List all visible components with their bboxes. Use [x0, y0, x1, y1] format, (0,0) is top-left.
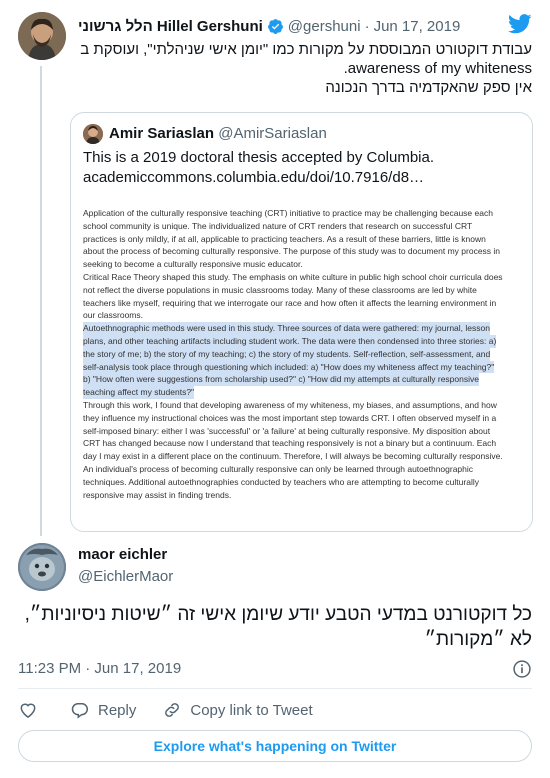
document-line: An individual's process of becoming cult…: [83, 463, 523, 476]
quoted-author-handle[interactable]: @AmirSariaslan: [218, 125, 327, 142]
quoted-tweet-card[interactable]: Amir Sariaslan @AmirSariaslan This is a …: [70, 112, 533, 532]
document-line: Through this work, I found that developi…: [83, 399, 523, 412]
highlighted-text: teaching affect my students?": [83, 386, 195, 399]
document-text: practices is only mildly, if at all, app…: [83, 233, 486, 244]
document-line: teachers like myself, requiring that we …: [83, 297, 523, 310]
reply-button[interactable]: Reply: [70, 700, 136, 720]
thread-connector-line: [40, 66, 42, 536]
highlighted-text: Autoethnographic methods were used in th…: [83, 322, 490, 335]
reply-tweet-text: כל דוקטורנט במדעי הטבע יודע שיומן אישי ז…: [12, 602, 532, 652]
parent-text-line: awareness of my whiteness.: [343, 60, 532, 77]
document-text: Through this work, I found that developi…: [83, 399, 497, 410]
document-line: the story of me; b) the story of my teac…: [83, 347, 523, 361]
header-separator: ·: [364, 17, 370, 35]
document-text: seeking to become a culturally responsiv…: [83, 259, 303, 270]
highlighted-text: the story of me; b) the story of my teac…: [83, 347, 491, 361]
document-line: about the process of becoming culturally…: [83, 245, 523, 258]
tweet-date[interactable]: Jun 17, 2019: [374, 18, 461, 35]
document-line: not reflect the diverse populations in m…: [83, 284, 523, 297]
document-line: day I may exist in a different place on …: [83, 450, 523, 463]
document-text: they influence my instructional choices …: [83, 412, 497, 423]
document-line: self-analysis took place through questio…: [83, 360, 523, 374]
document-text: self-imposed binary: either I was 'succe…: [83, 425, 491, 436]
quoted-text-line: This is a 2019 doctoral thesis accepted …: [83, 149, 435, 166]
document-text: not reflect the diverse populations in m…: [83, 284, 477, 295]
document-line: responsive may assist in finding trends.: [83, 489, 523, 502]
document-line: CRT has changed because now I understand…: [83, 437, 523, 450]
document-text: our classrooms.: [83, 310, 143, 321]
heart-icon: [20, 703, 36, 718]
document-line: Autoethnographic methods were used in th…: [83, 322, 523, 335]
parent-text-line: עבודת דוקטורט המבוססת על מקורות כמו "יומ…: [80, 41, 532, 58]
tweet-actions-bar: Reply Copy link to Tweet: [18, 698, 313, 722]
info-icon[interactable]: [512, 659, 532, 679]
copy-link-label: Copy link to Tweet: [190, 701, 313, 719]
highlighted-text: self-analysis took place through questio…: [83, 360, 495, 374]
document-line: Critical Race Theory shaped this study. …: [83, 271, 523, 284]
author-handle[interactable]: @gershuni: [288, 18, 361, 35]
reply-author-name[interactable]: maor eichler: [78, 546, 167, 563]
document-line: they influence my instructional choices …: [83, 412, 523, 425]
document-line: self-imposed binary: either I was 'succe…: [83, 425, 523, 438]
parent-tweet-header: הלל גרשוני Hillel Gershuni @gershuni · J…: [78, 16, 460, 36]
speech-bubble-icon: [71, 703, 88, 719]
document-text: day I may exist in a different place on …: [83, 451, 503, 462]
reply-text-line: לא ״מקורות״: [424, 629, 532, 650]
verified-badge-icon: [267, 18, 283, 34]
document-text: Critical Race Theory shaped this study. …: [83, 271, 503, 282]
document-text: responsive may assist in finding trends.: [83, 489, 232, 500]
copy-link-button[interactable]: Copy link to Tweet: [162, 700, 313, 720]
document-text: teachers like myself, requiring that we …: [83, 297, 497, 308]
parent-text-line: אין ספק שהאקדמיה בדרך הנכונה: [325, 79, 532, 96]
quoted-document-image[interactable]: Application of the culturally responsive…: [72, 195, 531, 529]
like-button[interactable]: [18, 700, 38, 720]
document-line: practices is only mildly, if at all, app…: [83, 233, 523, 246]
reply-button-label: Reply: [98, 701, 137, 719]
twitter-bird-icon[interactable]: [508, 14, 532, 34]
document-text: techniques. Additional autoethnographies…: [83, 476, 479, 487]
reply-timestamp[interactable]: 11:23 PM · Jun 17, 2019: [18, 660, 181, 677]
document-text: CRT has changed because now I understand…: [83, 438, 497, 449]
document-text: about the process of becoming culturally…: [83, 246, 501, 257]
quoted-author-name[interactable]: Amir Sariaslan: [109, 125, 214, 142]
document-abstract-text: Application of the culturally responsive…: [83, 207, 523, 501]
document-line: b) "How often were suggestions from scho…: [83, 373, 523, 387]
link-icon: [165, 703, 180, 717]
avatar-amir[interactable]: [83, 124, 103, 144]
explore-button[interactable]: Explore what's happening on Twitter: [18, 730, 532, 762]
document-line: teaching affect my students?": [83, 386, 523, 399]
document-line: seeking to become a culturally responsiv…: [83, 258, 523, 271]
quoted-tweet-text: This is a 2019 doctoral thesis accepted …: [83, 148, 523, 188]
document-text: school community is unique. The individu…: [83, 220, 473, 231]
parent-tweet-text: עבודת דוקטורט המבוססת על מקורות כמו "יומ…: [80, 40, 532, 97]
quoted-tweet-header: Amir Sariaslan @AmirSariaslan: [109, 125, 327, 142]
document-text: Application of the culturally responsive…: [83, 208, 493, 218]
document-line: techniques. Additional autoethnographies…: [83, 476, 523, 489]
document-line: plans, and other teaching artifacts incl…: [83, 334, 523, 348]
document-line: our classrooms.: [83, 309, 523, 322]
avatar-hillel[interactable]: [18, 12, 66, 60]
actions-divider: [18, 688, 532, 689]
reply-text-line: כל דוקטורנט במדעי הטבע יודע שיומן אישי ז…: [24, 604, 532, 625]
document-line: Application of the culturally responsive…: [83, 207, 523, 220]
avatar-maor[interactable]: [18, 543, 66, 591]
highlighted-text: plans, and other teaching artifacts incl…: [83, 334, 497, 348]
highlighted-text: b) "How often were suggestions from scho…: [83, 373, 479, 387]
document-line: school community is unique. The individu…: [83, 220, 523, 233]
author-name[interactable]: הלל גרשוני Hillel Gershuni: [78, 18, 263, 35]
quoted-link[interactable]: academiccommons.columbia.edu/doi/10.7916…: [83, 168, 523, 188]
reply-author-handle[interactable]: @EichlerMaor: [78, 568, 173, 585]
document-text: An individual's process of becoming cult…: [83, 463, 474, 474]
